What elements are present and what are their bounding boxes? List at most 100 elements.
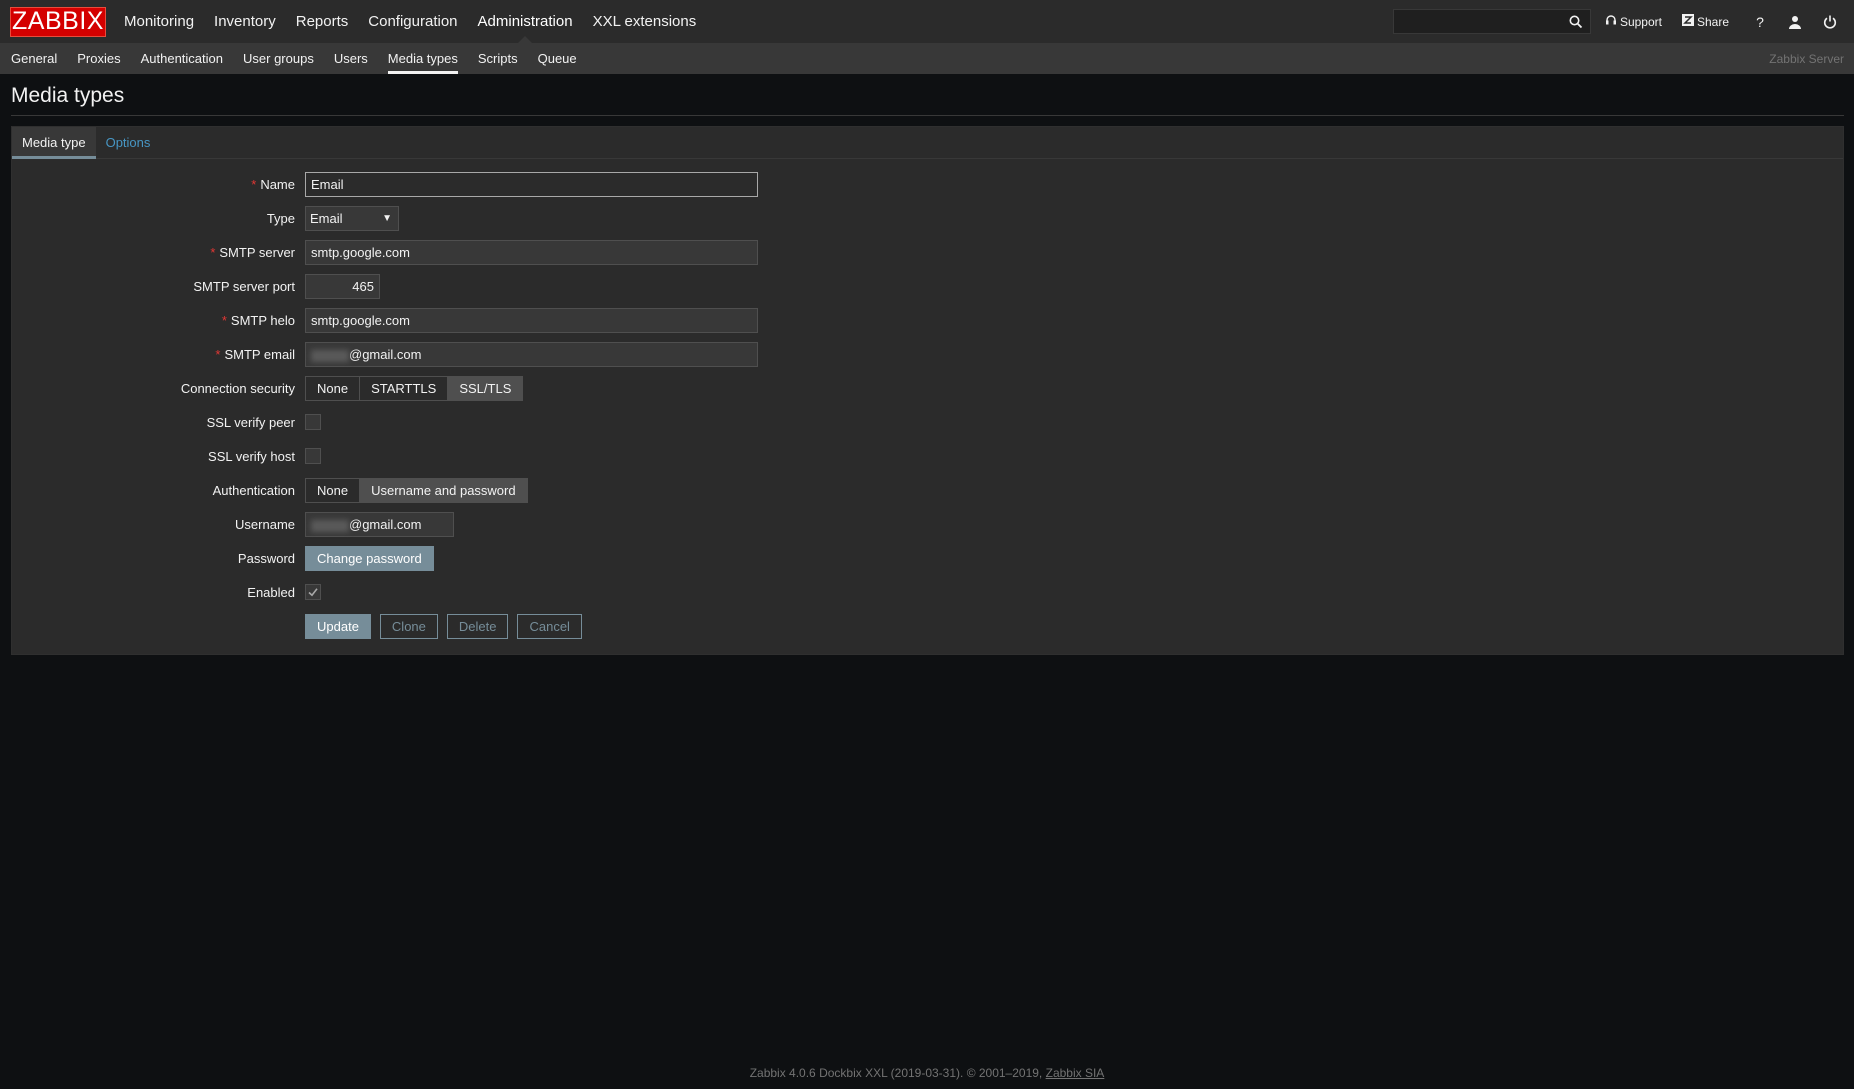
connection-security-ssl-tls[interactable]: SSL/TLS [447,376,524,401]
footer-zabbix-sia-link[interactable]: Zabbix SIA [1046,1066,1105,1080]
support-label: Support [1619,14,1662,29]
row-password: Password Change password [12,546,812,571]
main-menu-configuration[interactable]: Configuration [358,0,467,43]
main-menu-xxl-extensions[interactable]: XXL extensions [583,0,707,43]
row-username: Username @gmail.com [12,512,812,537]
password-label: Password [237,551,295,566]
sub-navigation-bar: General Proxies Authentication User grou… [0,43,1854,74]
redacted-username [311,519,349,532]
connection-security-starttls[interactable]: STARTTLS [359,376,449,401]
username-label: Username [235,517,295,532]
caret-down-icon: ▼ [382,213,392,224]
main-menu-administration[interactable]: Administration [468,0,583,43]
server-name: Zabbix Server [1769,52,1844,66]
smtp-email-domain: @gmail.com [349,347,422,362]
connection-security-label: Connection security [180,381,295,396]
tab-media-type[interactable]: Media type [12,127,96,159]
sign-out-power-icon[interactable] [1819,11,1841,33]
help-icon[interactable]: ? [1749,11,1771,33]
user-profile-icon[interactable] [1784,11,1806,33]
sub-menu-general[interactable]: General [1,43,67,74]
name-label: * Name [12,172,295,197]
username-domain: @gmail.com [349,517,422,532]
help-label: ? [1756,13,1764,30]
authentication-radio-group: None Username and password [305,478,528,503]
change-password-button[interactable]: Change password [305,546,434,571]
connection-security-none[interactable]: None [305,376,361,401]
ssl-verify-host-checkbox[interactable] [305,448,321,464]
required-marker: * [210,245,216,260]
row-name: * Name [12,172,812,197]
search-icon[interactable] [1568,14,1584,30]
main-menu-reports[interactable]: Reports [286,0,359,43]
type-label: Type [266,211,295,226]
required-marker: * [215,347,221,362]
redacted-username [311,349,349,362]
authentication-label: Authentication [212,483,295,498]
row-smtp-server: * SMTP server [12,240,812,265]
delete-button[interactable]: Delete [446,614,509,639]
title-divider [11,115,1844,116]
support-link[interactable]: Support [1605,14,1662,29]
ssl-verify-host-label: SSL verify host [208,449,295,464]
row-smtp-helo: * SMTP helo [12,308,812,333]
page-title: Media types [11,84,125,107]
smtp-server-input[interactable] [305,240,758,265]
smtp-server-label: * SMTP server [12,240,295,265]
smtp-port-input[interactable] [305,274,380,299]
sub-menu: General Proxies Authentication User grou… [1,43,587,74]
smtp-email-input[interactable]: @gmail.com [305,342,758,367]
enabled-checkbox[interactable] [305,584,321,600]
row-enabled: Enabled [12,580,812,605]
row-type: Type Email ▼ [12,206,812,231]
row-smtp-port: SMTP server port [12,274,812,299]
tab-options[interactable]: Options [96,127,161,158]
sub-menu-users[interactable]: Users [324,43,378,74]
connection-security-radio-group: None STARTTLS SSL/TLS [305,376,524,401]
footer-text: Zabbix 4.0.6 Dockbix XXL (2019-03-31). ©… [749,1066,1043,1080]
type-select-value: Email [310,211,343,226]
sub-menu-user-groups[interactable]: User groups [233,43,324,74]
clone-button[interactable]: Clone [379,614,438,639]
sub-menu-scripts[interactable]: Scripts [468,43,528,74]
row-connection-security: Connection security None STARTTLS SSL/TL… [12,376,812,401]
form-tabs: Media type Options [12,127,1843,159]
row-ssl-verify-peer: SSL verify peer [12,410,812,435]
smtp-email-label-text: SMTP email [224,347,295,362]
main-menu-inventory[interactable]: Inventory [204,0,286,43]
smtp-helo-label-text: SMTP helo [230,313,295,328]
required-marker: * [221,313,227,328]
row-smtp-email: * SMTP email @gmail.com [12,342,812,367]
name-input[interactable] [305,172,758,197]
search-input[interactable] [1393,10,1564,33]
zabbix-logo[interactable]: ZABBIX [10,6,106,37]
type-select[interactable]: Email ▼ [305,206,399,231]
enabled-label: Enabled [247,585,295,600]
sub-menu-proxies[interactable]: Proxies [67,43,130,74]
footer: Zabbix 4.0.6 Dockbix XXL (2019-03-31). ©… [0,1066,1854,1080]
top-navigation-bar: ZABBIX Monitoring Inventory Reports Conf… [0,0,1854,43]
smtp-helo-input[interactable] [305,308,758,333]
ssl-verify-peer-checkbox[interactable] [305,414,321,430]
required-marker: * [251,177,257,192]
cancel-button[interactable]: Cancel [517,614,582,639]
update-button[interactable]: Update [305,614,371,639]
smtp-server-label-text: SMTP server [219,245,295,260]
row-form-actions: Update Clone Delete Cancel [12,614,812,639]
smtp-email-label: * SMTP email [12,342,295,367]
sub-menu-media-types[interactable]: Media types [378,43,468,74]
sub-menu-authentication[interactable]: Authentication [131,43,233,74]
authentication-username-password[interactable]: Username and password [359,478,528,503]
checkmark-icon [308,588,318,597]
headset-icon [1605,14,1617,29]
main-menu: Monitoring Inventory Reports Configurati… [114,0,706,43]
username-input[interactable]: @gmail.com [305,512,454,537]
row-authentication: Authentication None Username and passwor… [12,478,812,503]
main-menu-monitoring[interactable]: Monitoring [114,0,204,43]
authentication-none[interactable]: None [305,478,361,503]
share-link[interactable]: Share [1681,14,1729,29]
sub-menu-queue[interactable]: Queue [528,43,587,74]
smtp-helo-label: * SMTP helo [12,308,295,333]
media-type-form-panel: Media type Options *Name Type Email ▼ *S… [11,126,1844,655]
row-ssl-verify-host: SSL verify host [12,444,812,469]
